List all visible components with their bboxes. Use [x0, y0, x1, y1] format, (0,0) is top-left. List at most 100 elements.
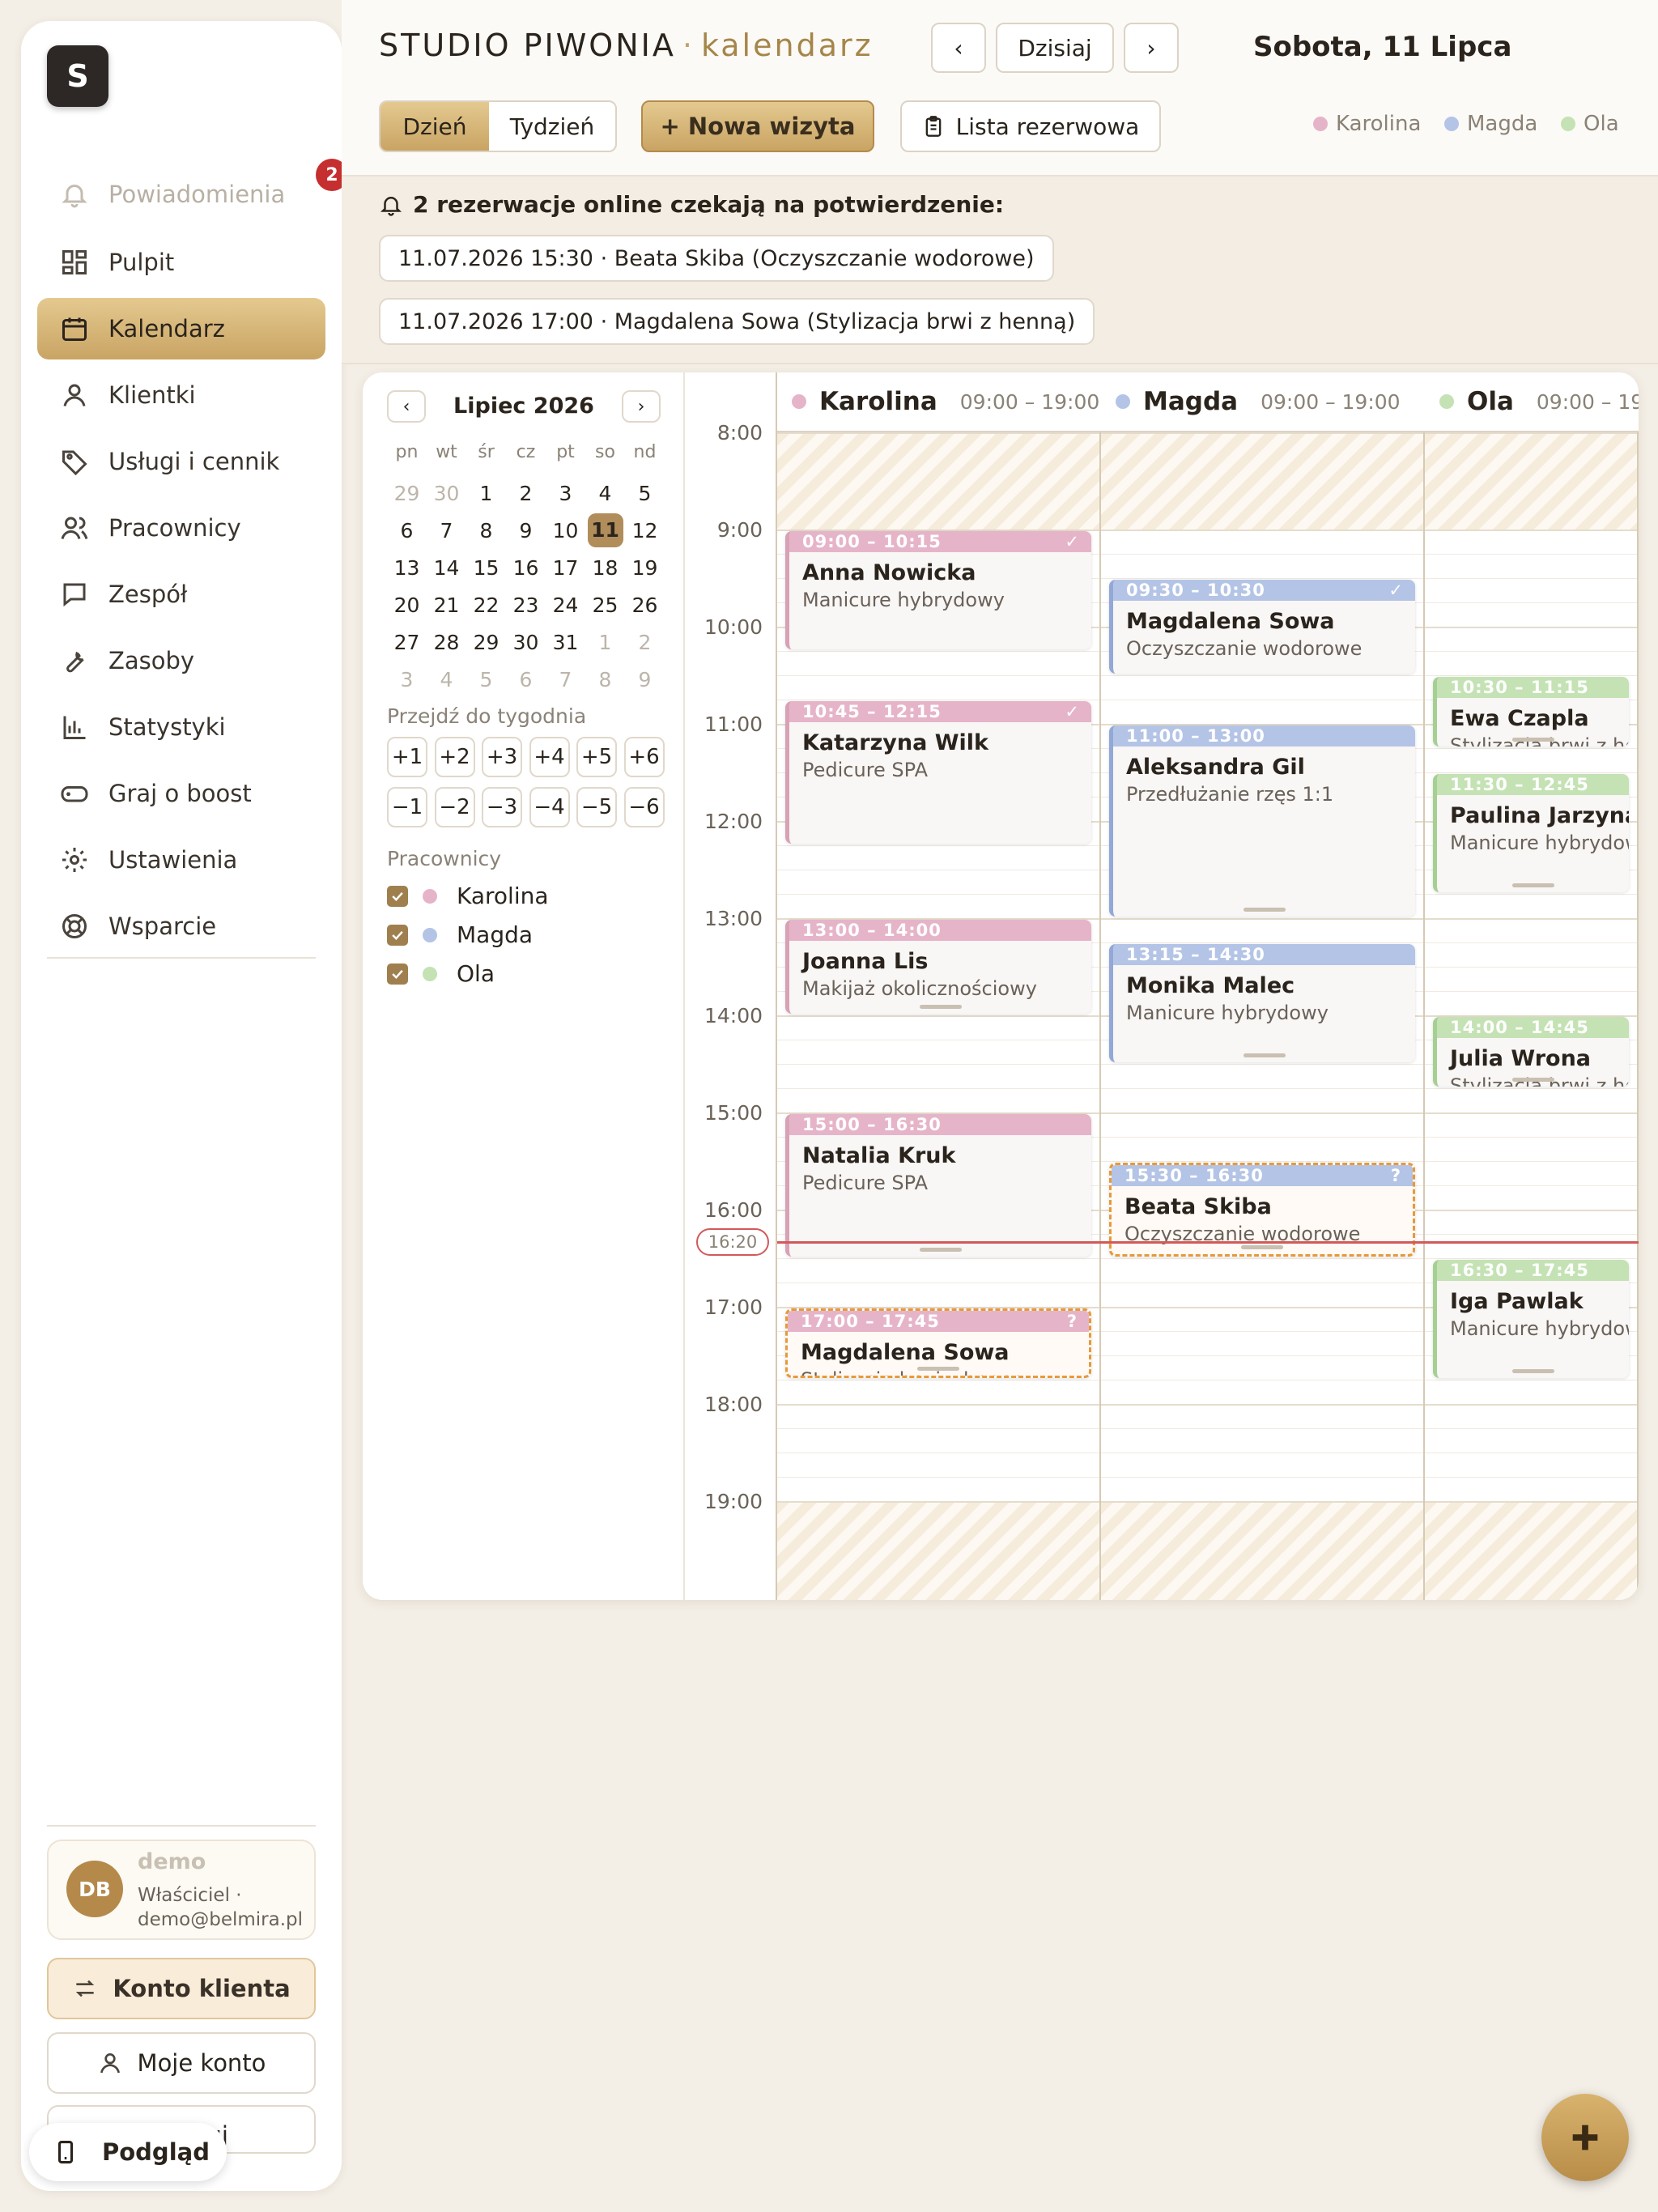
week-jump-button[interactable]: +4	[529, 737, 570, 777]
appointment-card[interactable]: 17:00 – 17:45?Magdalena SowaStylizacja b…	[785, 1308, 1091, 1378]
day-cell[interactable]: 1	[585, 631, 625, 654]
sidebar-item-chart[interactable]: Statystyki	[37, 696, 325, 758]
pending-booking-item[interactable]: 11.07.2026 15:30 · Beata Skiba (Oczyszcz…	[379, 235, 1054, 282]
day-cell[interactable]: 30	[506, 631, 546, 654]
sidebar-item-gamepad[interactable]: Graj o boost	[37, 763, 325, 824]
resize-handle[interactable]	[1511, 883, 1554, 887]
day-cell[interactable]: 16	[506, 556, 546, 580]
staff-filter-item[interactable]: Magda	[387, 921, 533, 948]
day-cell[interactable]: 26	[625, 593, 665, 617]
day-cell[interactable]: 25	[585, 593, 625, 617]
sidebar-item-lifebuoy[interactable]: Wsparcie	[37, 895, 325, 957]
sidebar-item-user[interactable]: Klientki	[37, 364, 325, 426]
week-jump-button[interactable]: −2	[434, 787, 475, 827]
appointment-card[interactable]: 16:30 – 17:45 Iga Pawlak Manicure hybrydow…	[1433, 1260, 1629, 1378]
resize-handle[interactable]	[917, 1367, 959, 1371]
day-cell[interactable]: 18	[585, 556, 625, 580]
resize-handle[interactable]	[1511, 1369, 1554, 1373]
sidebar-item-users[interactable]: Pracownicy	[37, 497, 325, 559]
appointment-card[interactable]: 09:00 – 10:15 ✓ Anna Nowicka Manicure hybry…	[785, 531, 1091, 649]
day-cell[interactable]: 7	[546, 668, 585, 691]
week-jump-button[interactable]: −4	[529, 787, 570, 827]
day-cell[interactable]: 24	[546, 593, 585, 617]
add-fab-button[interactable]	[1541, 2094, 1629, 2181]
day-cell[interactable]: 2	[625, 631, 665, 654]
day-cell[interactable]: 7	[427, 519, 466, 542]
day-cell[interactable]: 27	[387, 631, 427, 654]
mini-next-month-button[interactable]: ›	[622, 390, 661, 423]
day-cell[interactable]: 21	[427, 593, 466, 617]
day-cell[interactable]: 11	[587, 513, 623, 547]
day-cell[interactable]: 4	[427, 668, 466, 691]
appointment-card[interactable]: 13:00 – 14:00 Joanna Lis Makijaż okoliczno…	[785, 920, 1091, 1014]
staff-column[interactable]: 10:30 – 11:15 Ewa Czapla Stylizacja brwi z…	[1425, 432, 1639, 1600]
sidebar-item-dashboard[interactable]: Pulpit	[37, 232, 325, 293]
new-visit-button[interactable]: + Nowa wizyta	[641, 100, 874, 152]
day-cell[interactable]: 15	[466, 556, 506, 580]
resize-handle[interactable]	[1241, 1245, 1283, 1249]
next-day-button[interactable]: ›	[1124, 23, 1179, 73]
day-cell[interactable]: 19	[625, 556, 665, 580]
view-day-tab[interactable]: Dzień	[380, 102, 489, 151]
sidebar-item-calendar[interactable]: Kalendarz	[37, 298, 325, 359]
day-cell[interactable]: 20	[387, 593, 427, 617]
week-jump-button[interactable]: +6	[623, 737, 665, 777]
day-cell[interactable]: 8	[466, 519, 506, 542]
day-cell[interactable]: 14	[427, 556, 466, 580]
checkbox[interactable]	[387, 963, 408, 985]
week-jump-button[interactable]: −5	[576, 787, 617, 827]
day-cell[interactable]: 9	[625, 668, 665, 691]
sidebar-item-bell[interactable]: Powiadomienia	[37, 164, 325, 225]
sidebar-item-wrench[interactable]: Zasoby	[37, 630, 325, 691]
day-cell[interactable]: 22	[466, 593, 506, 617]
staff-column[interactable]: 09:30 – 10:30 ✓ Magdalena Sowa Oczyszczanie…	[1101, 432, 1425, 1600]
day-cell[interactable]: 31	[546, 631, 585, 654]
day-cell[interactable]: 5	[625, 482, 665, 505]
resize-handle[interactable]	[919, 1248, 962, 1252]
appointment-card[interactable]: 10:45 – 12:15 ✓ Katarzyna Wilk Pedicure SPA	[785, 701, 1091, 844]
mini-prev-month-button[interactable]: ‹	[387, 390, 426, 423]
week-jump-button[interactable]: +5	[576, 737, 617, 777]
day-cell[interactable]: 6	[506, 668, 546, 691]
appointment-card[interactable]: 14:00 – 14:45 Julia Wrona Stylizacja brwi …	[1433, 1017, 1629, 1087]
week-jump-button[interactable]: +2	[434, 737, 475, 777]
sidebar-item-chat[interactable]: Zespół	[37, 564, 325, 625]
waitlist-button[interactable]: Lista rezerwowa	[900, 100, 1161, 152]
pending-booking-item[interactable]: 11.07.2026 17:00 · Magdalena Sowa (Styli…	[379, 298, 1095, 345]
day-cell[interactable]: 9	[506, 519, 546, 542]
day-cell[interactable]: 3	[387, 668, 427, 691]
resize-handle[interactable]	[1243, 1053, 1286, 1057]
checkbox[interactable]	[387, 885, 408, 907]
staff-column[interactable]: 09:00 – 10:15 ✓ Anna Nowicka Manicure hybry…	[777, 432, 1101, 1600]
day-cell[interactable]: 23	[506, 593, 546, 617]
day-cell[interactable]: 28	[427, 631, 466, 654]
today-button[interactable]: Dzisiaj	[996, 23, 1114, 73]
day-cell[interactable]: 17	[546, 556, 585, 580]
day-cell[interactable]: 8	[585, 668, 625, 691]
sidebar-item-tag[interactable]: Usługi i cennik	[37, 431, 325, 492]
appointment-card[interactable]: 15:00 – 16:30 Natalia Kruk Pedicure SPA	[785, 1114, 1091, 1257]
prev-day-button[interactable]: ‹	[931, 23, 986, 73]
day-cell[interactable]: 29	[466, 631, 506, 654]
view-week-tab[interactable]: Tydzień	[489, 102, 615, 151]
appointment-card[interactable]: 09:30 – 10:30 ✓ Magdalena Sowa Oczyszczanie…	[1109, 580, 1415, 674]
day-cell[interactable]: 12	[625, 519, 665, 542]
staff-filter-item[interactable]: Karolina	[387, 883, 549, 909]
day-cell[interactable]: 13	[387, 556, 427, 580]
appointment-card[interactable]: 11:30 – 12:45 Paulina Jarzyna Manicure hyb…	[1433, 774, 1629, 892]
day-cell[interactable]: 29	[387, 482, 427, 505]
week-jump-button[interactable]: +3	[482, 737, 522, 777]
appointment-card[interactable]: 11:00 – 13:00 Aleksandra Gil Przedłużanie …	[1109, 725, 1415, 917]
client-account-button[interactable]: Konto klienta	[47, 1958, 316, 2019]
day-cell[interactable]: 10	[546, 519, 585, 542]
staff-filter-item[interactable]: Ola	[387, 960, 495, 987]
day-cell[interactable]: 1	[466, 482, 506, 505]
day-cell[interactable]: 3	[546, 482, 585, 505]
my-account-button[interactable]: Moje konto	[47, 2032, 316, 2094]
resize-handle[interactable]	[919, 1005, 962, 1009]
day-cell[interactable]: 4	[585, 482, 625, 505]
resize-handle[interactable]	[1511, 738, 1554, 742]
resize-handle[interactable]	[1243, 908, 1286, 912]
appointment-card[interactable]: 10:30 – 11:15 Ewa Czapla Stylizacja brwi z…	[1433, 677, 1629, 747]
appointment-card[interactable]: 13:15 – 14:30 Monika Malec Manicure hybryd…	[1109, 944, 1415, 1062]
